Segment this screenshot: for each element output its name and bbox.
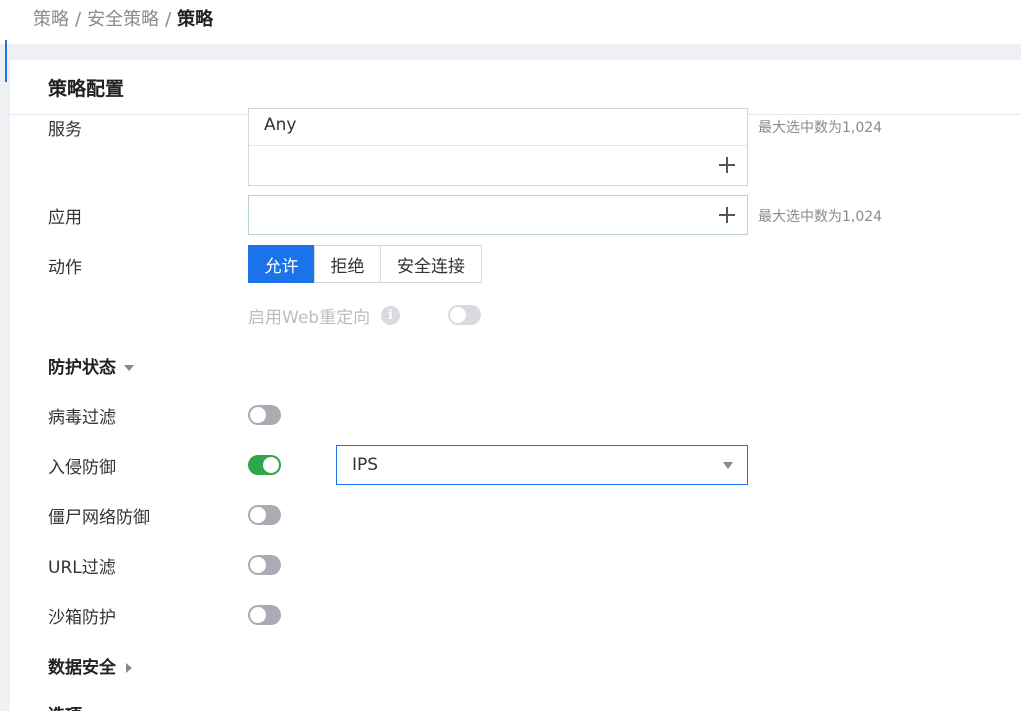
url-filter-label: URL过滤 bbox=[48, 558, 116, 578]
action-label: 动作 bbox=[48, 258, 82, 278]
protection-section-title: 防护状态 bbox=[48, 358, 116, 378]
intrusion-prevention-label: 入侵防御 bbox=[48, 458, 116, 478]
url-filter-toggle[interactable] bbox=[248, 555, 281, 575]
application-label: 应用 bbox=[48, 208, 82, 228]
data-security-section-title: 数据安全 bbox=[48, 658, 116, 678]
application-field[interactable] bbox=[248, 195, 748, 235]
options-section-title: 选项 bbox=[48, 706, 82, 711]
service-hint: 最大选中数为1,024 bbox=[758, 120, 883, 136]
botnet-defense-toggle[interactable] bbox=[248, 505, 281, 525]
panel-title: 策略配置 bbox=[48, 78, 125, 100]
breadcrumb-current: 策略 bbox=[177, 9, 214, 30]
web-redirect-label: 启用Web重定向 bbox=[248, 308, 371, 328]
botnet-defense-label: 僵尸网络防御 bbox=[48, 508, 150, 528]
web-redirect-toggle[interactable] bbox=[448, 305, 481, 325]
action-deny-button[interactable]: 拒绝 bbox=[314, 245, 381, 283]
breadcrumb: 策略 / 安全策略 / 策略 bbox=[33, 5, 213, 31]
caret-right-icon bbox=[126, 663, 132, 673]
intrusion-prevention-toggle[interactable] bbox=[248, 455, 281, 475]
intrusion-profile-value: IPS bbox=[352, 455, 379, 475]
intrusion-profile-select[interactable]: IPS bbox=[336, 445, 748, 485]
chevron-down-icon bbox=[723, 462, 733, 469]
caret-down-icon bbox=[124, 365, 134, 371]
action-secure-connect-button[interactable]: 安全连接 bbox=[380, 245, 482, 283]
application-add-icon[interactable] bbox=[719, 207, 735, 223]
action-allow-button[interactable]: 允许 bbox=[248, 245, 315, 283]
breadcrumb-item-policy[interactable]: 策略 bbox=[33, 9, 69, 30]
protection-section-header[interactable]: 防护状态 bbox=[48, 353, 134, 378]
service-field-divider bbox=[249, 145, 747, 146]
sandbox-toggle[interactable] bbox=[248, 605, 281, 625]
policy-config-panel: 策略配置 服务 Any 最大选中数为1,024 应用 最大选中数为1,024 动… bbox=[10, 60, 1021, 711]
info-icon[interactable]: i bbox=[381, 306, 400, 325]
virus-filter-toggle[interactable] bbox=[248, 405, 281, 425]
left-rail bbox=[0, 44, 10, 711]
service-add-icon[interactable] bbox=[719, 157, 735, 173]
breadcrumb-separator: / bbox=[75, 9, 82, 30]
service-label: 服务 bbox=[48, 120, 82, 140]
data-security-section-header[interactable]: 数据安全 bbox=[48, 653, 132, 678]
options-section-header[interactable]: 选项 bbox=[48, 701, 100, 711]
rail-accent bbox=[5, 40, 7, 82]
header-divider-band bbox=[0, 44, 1021, 60]
breadcrumb-separator: / bbox=[165, 9, 172, 30]
sandbox-label: 沙箱防护 bbox=[48, 608, 116, 628]
virus-filter-label: 病毒过滤 bbox=[48, 408, 116, 428]
service-value[interactable]: Any bbox=[264, 115, 296, 135]
breadcrumb-item-security-policy[interactable]: 安全策略 bbox=[87, 9, 159, 30]
service-field[interactable]: Any bbox=[248, 108, 748, 186]
application-hint: 最大选中数为1,024 bbox=[758, 209, 883, 225]
